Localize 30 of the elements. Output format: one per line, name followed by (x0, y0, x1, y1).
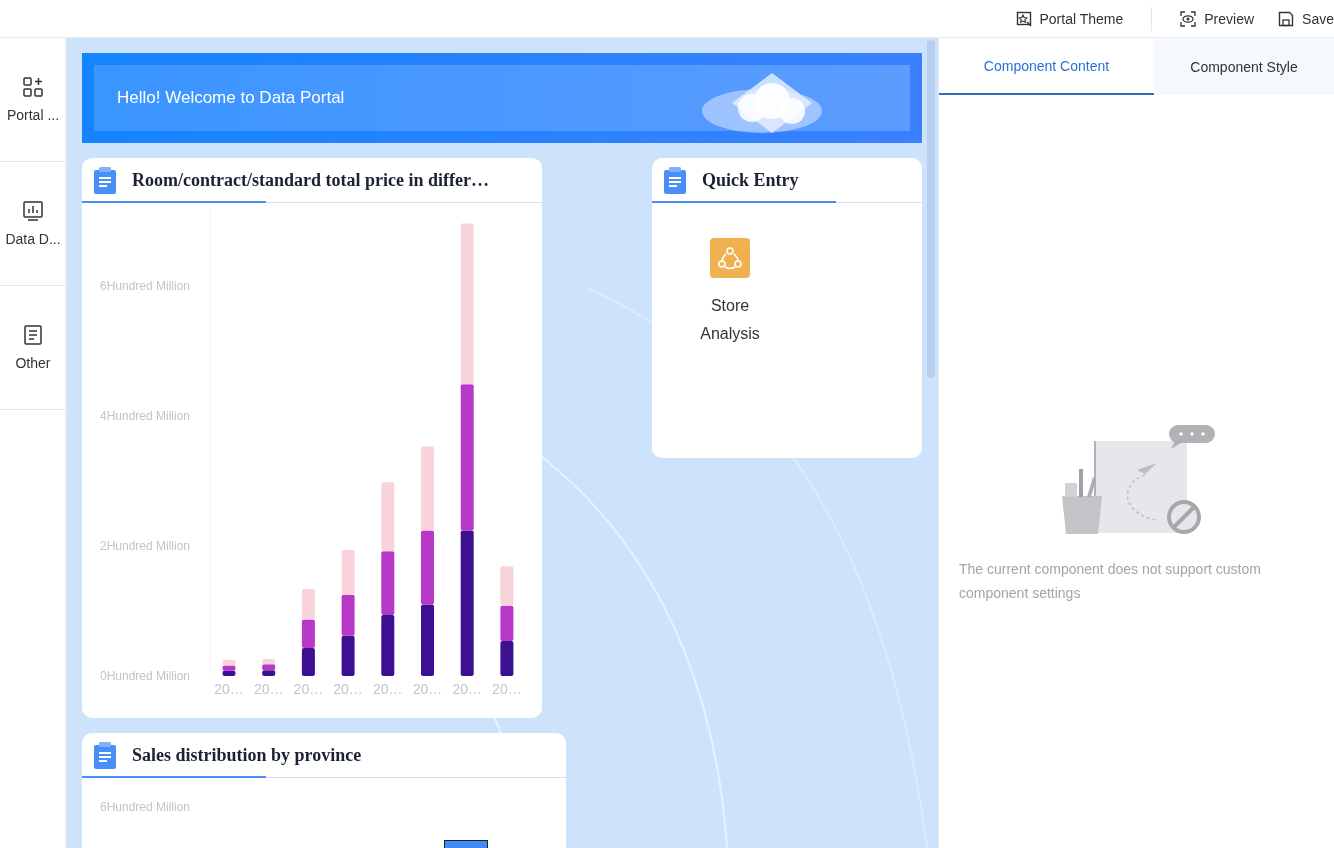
preview-button[interactable]: Preview (1168, 6, 1267, 31)
axis-label: 20… (253, 681, 284, 697)
save-button[interactable]: Save (1266, 6, 1334, 31)
axis-label: 20… (412, 681, 443, 697)
welcome-text: Hello! Welcome to Data Portal (117, 88, 345, 108)
panel-tab[interactable]: Component Style (1154, 38, 1334, 95)
bar-chart-icon (23, 200, 43, 221)
theme-button[interactable]: Portal Theme (1003, 6, 1136, 31)
grid-plus-icon (23, 76, 43, 97)
card-title: Room/contract/standard total price in differ… (132, 169, 489, 191)
quick-entry-item[interactable]: Store Analysis (690, 238, 770, 348)
axis-label: 4Hundred Million (100, 409, 191, 423)
axis-label: 20… (492, 681, 522, 697)
clipboard-icon (94, 166, 116, 194)
axis-label: 0Hundred Million (100, 669, 191, 683)
clipboard-icon (664, 166, 686, 194)
clipboard-icon (94, 741, 116, 769)
axis-label: 20… (373, 681, 403, 697)
axis-label: 6Hundred Million (100, 279, 191, 293)
store-analysis-icon (710, 238, 750, 278)
empty-message: The current component does not support custom component settings (959, 560, 1262, 603)
axis-label: 20… (214, 681, 244, 697)
axis-label: 20… (293, 681, 324, 697)
card-title: Sales distribution by province (132, 744, 362, 766)
axis-label: 20… (333, 681, 363, 697)
document-icon (23, 324, 43, 345)
axis-label: 2Hundred Million (100, 539, 191, 553)
card-title: Quick Entry (702, 169, 799, 191)
axis-label: 6Hundred Million (100, 800, 191, 814)
axis-label: 20… (452, 681, 482, 697)
